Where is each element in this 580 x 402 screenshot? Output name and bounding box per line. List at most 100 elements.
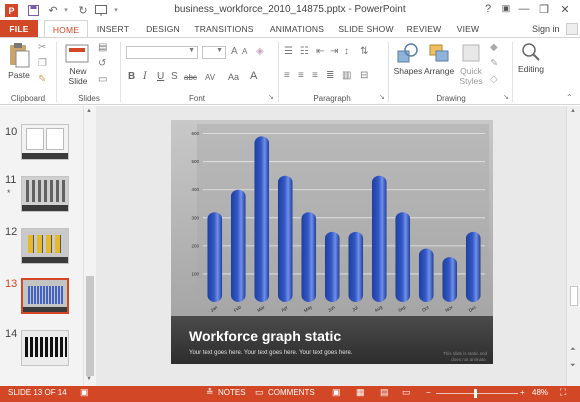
chart-bar — [395, 212, 411, 302]
grow-font-button[interactable]: A — [231, 46, 238, 57]
tab-transitions[interactable]: TRANSITIONS — [190, 20, 258, 38]
fit-to-window-icon[interactable]: ⛶ — [560, 387, 566, 398]
character-spacing-button[interactable]: AV — [205, 73, 215, 82]
shape-fill-icon[interactable]: ◆ — [490, 42, 498, 53]
ribbon-display-icon[interactable]: ▣ — [498, 3, 514, 17]
zoom-slider-handle[interactable] — [474, 389, 477, 398]
tab-slide-show[interactable]: SLIDE SHOW — [336, 20, 396, 38]
shrink-font-button[interactable]: A — [242, 47, 247, 56]
justify-icon[interactable]: ≣ — [326, 70, 334, 81]
shape-effects-icon[interactable]: ◇ — [490, 74, 498, 85]
scroll-down-icon[interactable]: ▼ — [86, 376, 92, 382]
align-text-icon[interactable]: ⊟ — [360, 70, 368, 81]
clear-formatting-icon[interactable]: ◈ — [256, 46, 264, 57]
align-right-icon[interactable]: ≡ — [312, 70, 318, 81]
change-case-button[interactable]: Aa — [228, 72, 239, 82]
tab-view[interactable]: VIEW — [452, 20, 484, 38]
italic-button[interactable]: I — [143, 71, 147, 82]
redo-icon[interactable]: ↻ — [76, 3, 90, 17]
customize-toolbar-icon[interactable]: ▾ — [112, 3, 120, 17]
scrollbar-thumb[interactable] — [86, 276, 94, 376]
slide-thumbnail-13[interactable] — [21, 278, 69, 314]
columns-icon[interactable]: ▥ — [342, 70, 351, 81]
underline-button[interactable]: U — [157, 71, 164, 82]
reading-view-icon[interactable]: ▤ — [380, 387, 389, 398]
undo-dropdown-icon[interactable]: ▾ — [62, 3, 70, 17]
drawing-dialog-launcher-icon[interactable]: ↘ — [503, 93, 509, 101]
font-size-combo[interactable]: ▼ — [202, 46, 226, 59]
copy-icon[interactable]: ❐ — [38, 58, 47, 69]
arrange-button[interactable]: Arrange — [424, 42, 454, 76]
thumbnail-scrollbar[interactable]: ▲ ▼ — [83, 106, 95, 386]
help-button[interactable]: ? — [480, 3, 496, 17]
paragraph-group-label: Paragraph — [313, 94, 351, 103]
shape-outline-icon[interactable]: ✎ — [490, 58, 498, 69]
shapes-button[interactable]: Shapes — [392, 42, 424, 76]
quick-styles-button[interactable]: Quick Styles — [456, 42, 486, 86]
zoom-slider-track[interactable] — [436, 393, 518, 394]
text-shadow-button[interactable]: S — [171, 71, 178, 82]
bold-button[interactable]: B — [128, 71, 135, 82]
next-slide-icon[interactable]: ⏷ — [570, 362, 576, 370]
reset-icon[interactable]: ↺ — [98, 58, 106, 69]
sign-in-link[interactable]: Sign in — [532, 24, 560, 34]
bullets-icon[interactable]: ☰ — [284, 46, 293, 57]
font-color-button[interactable]: A — [250, 70, 257, 82]
tab-design[interactable]: DESIGN — [140, 20, 186, 38]
paragraph-dialog-launcher-icon[interactable]: ↘ — [379, 93, 385, 101]
slide-thumbnail-10[interactable] — [21, 124, 69, 160]
start-slideshow-icon[interactable] — [94, 3, 108, 17]
layout-icon[interactable]: ▤ — [98, 42, 107, 53]
notes-button[interactable]: NOTES — [218, 388, 246, 397]
normal-view-icon[interactable]: ▣ — [332, 387, 341, 398]
zoom-in-button[interactable]: + — [520, 388, 525, 397]
scrollbar-thumb[interactable] — [570, 286, 578, 306]
scroll-up-icon[interactable]: ▲ — [86, 108, 92, 114]
tab-review[interactable]: REVIEW — [402, 20, 446, 38]
scroll-up-icon[interactable]: ▲ — [570, 108, 576, 114]
restore-button[interactable]: ❐ — [536, 3, 552, 17]
slide-sorter-icon[interactable]: ▦ — [356, 387, 365, 398]
font-name-combo[interactable]: ▼ — [126, 46, 198, 59]
font-dialog-launcher-icon[interactable]: ↘ — [268, 93, 274, 101]
paste-button[interactable]: Paste — [4, 42, 34, 80]
zoom-out-button[interactable]: − — [426, 388, 431, 397]
collapse-ribbon-icon[interactable]: ⌃ — [566, 93, 573, 102]
slide-thumbnail-14[interactable] — [21, 330, 69, 366]
close-button[interactable]: ✕ — [557, 3, 573, 17]
slide-thumbnail-12[interactable] — [21, 228, 69, 264]
align-center-icon[interactable]: ≡ — [298, 70, 304, 81]
align-left-icon[interactable]: ≡ — [284, 70, 290, 81]
strikethrough-button[interactable]: abc — [184, 73, 197, 82]
new-slide-button[interactable]: New Slide — [62, 42, 94, 86]
undo-icon[interactable]: ↶ — [46, 3, 60, 17]
new-slide-label-2: Slide — [68, 76, 88, 86]
account-avatar-icon[interactable] — [566, 23, 578, 35]
save-icon[interactable] — [26, 3, 40, 17]
previous-slide-icon[interactable]: ⏶ — [570, 346, 576, 354]
spell-check-icon[interactable]: ▣ — [80, 387, 89, 398]
slide-title[interactable]: Workforce graph static — [189, 328, 341, 344]
slide-thumbnail-11[interactable] — [21, 176, 69, 212]
slide-show-view-icon[interactable]: ▭ — [402, 387, 411, 398]
line-spacing-icon[interactable]: ↕ — [344, 46, 349, 57]
slide-editor[interactable]: 100 200 300 400 500 600 Jan Feb Mar Apr May Jun Jul A… — [96, 106, 566, 386]
zoom-level[interactable]: 48% — [532, 388, 548, 397]
decrease-indent-icon[interactable]: ⇤ — [316, 46, 324, 57]
editor-scrollbar[interactable]: ▲ ⏶ ⏷ — [566, 106, 580, 386]
increase-indent-icon[interactable]: ⇥ — [330, 46, 338, 57]
tab-file[interactable]: FILE — [0, 20, 38, 38]
slide-subtitle[interactable]: Your text goes here. Your text goes here… — [189, 350, 353, 356]
editing-button[interactable]: Editing — [516, 42, 546, 74]
comments-button[interactable]: COMMENTS — [268, 388, 315, 397]
section-icon[interactable]: ▭ — [98, 74, 107, 85]
numbering-icon[interactable]: ☷ — [300, 46, 309, 57]
text-direction-icon[interactable]: ⇅ — [360, 46, 368, 57]
minimize-button[interactable]: — — [516, 3, 532, 17]
tab-insert[interactable]: INSERT — [92, 20, 134, 38]
quick-styles-label-1: Quick — [460, 66, 482, 76]
format-painter-icon[interactable]: ✎ — [38, 74, 46, 85]
cut-icon[interactable]: ✂ — [38, 42, 46, 53]
current-slide[interactable]: 100 200 300 400 500 600 Jan Feb Mar Apr May Jun Jul A… — [171, 120, 493, 364]
tab-animations[interactable]: ANIMATIONS — [262, 20, 332, 38]
